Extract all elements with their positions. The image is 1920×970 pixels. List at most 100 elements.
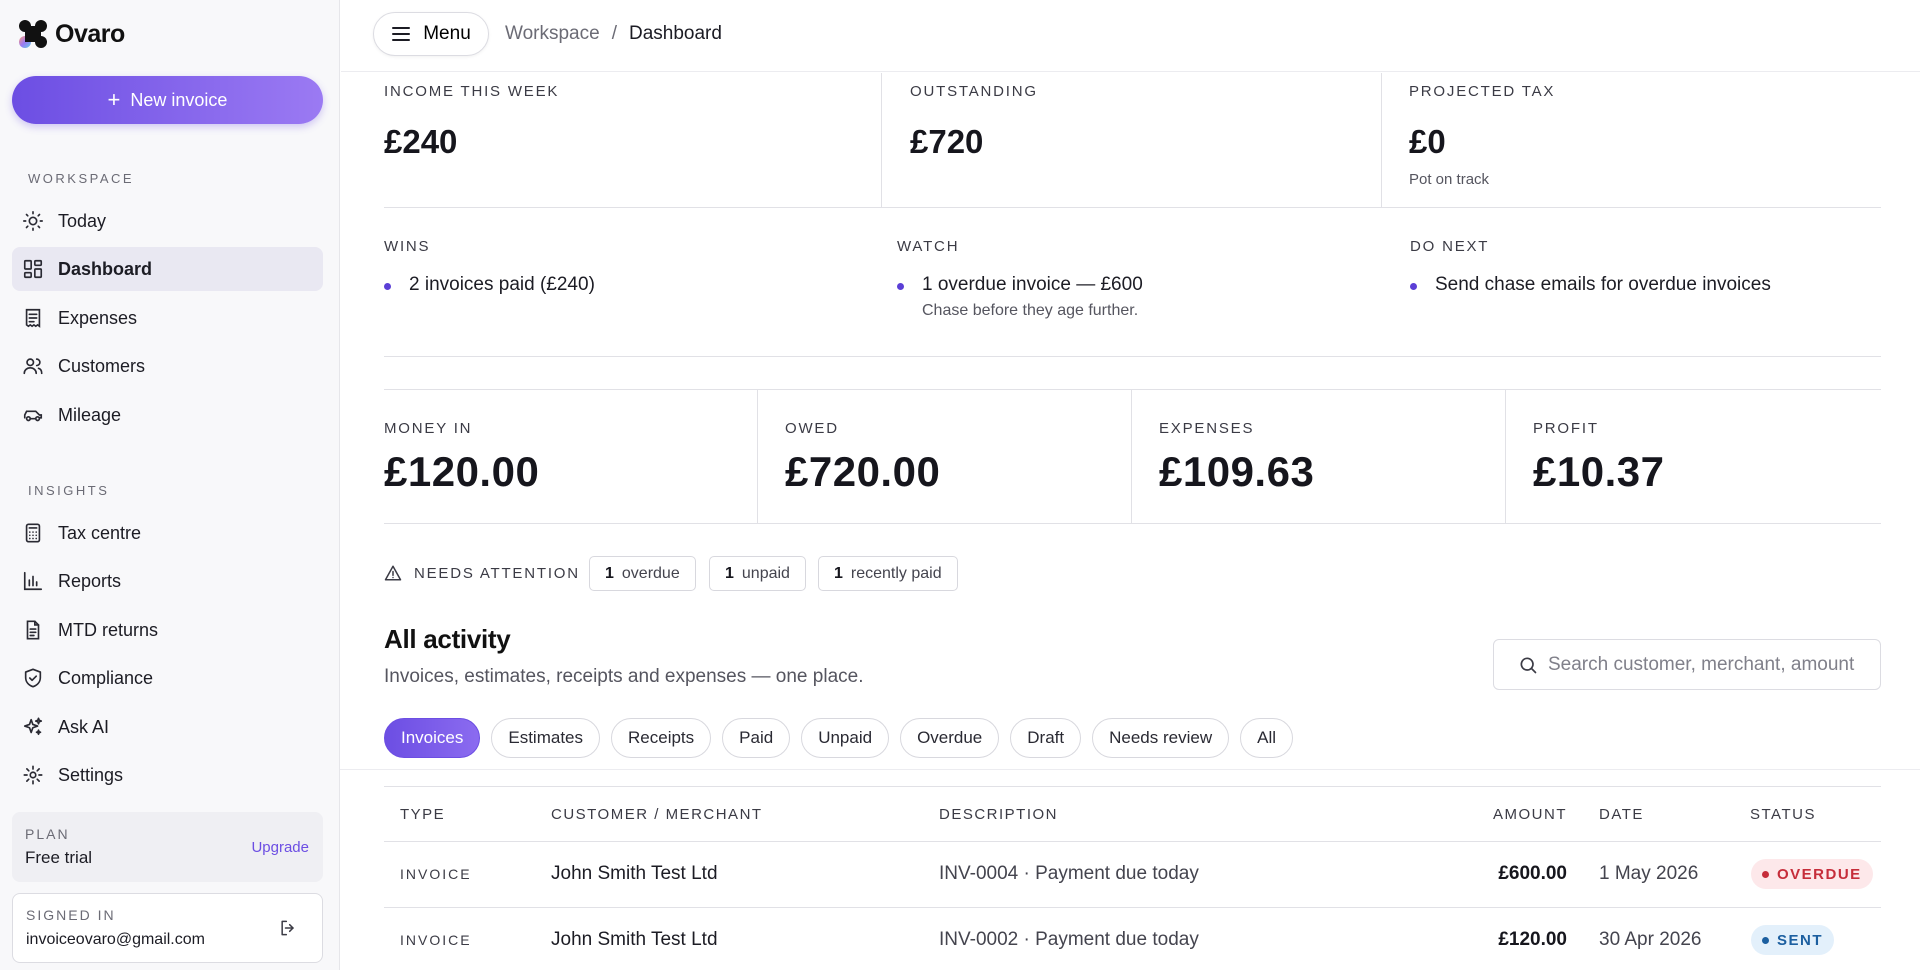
signed-in-label: SIGNED IN	[26, 907, 116, 923]
breadcrumb-separator: /	[611, 23, 617, 44]
activity-tabs: Invoices Estimates Receipts Paid Unpaid …	[384, 718, 1294, 758]
money-in-value: £120.00	[384, 448, 540, 495]
owed-value: £720.00	[785, 448, 941, 495]
sidebar-item-customers[interactable]: Customers	[12, 344, 323, 388]
tab-receipts[interactable]: Receipts	[611, 718, 712, 758]
divider	[757, 389, 758, 523]
attention-chip-overdue[interactable]: 1 overdue	[589, 556, 696, 591]
top-bar: Menu Workspace / Dashboard	[341, 0, 1920, 72]
sidebar-item-label: Mileage	[58, 404, 122, 425]
sidebar-item-mileage[interactable]: Mileage	[12, 393, 323, 437]
signed-in-card: SIGNED IN invoiceovaro@gmail.com	[12, 893, 323, 963]
needs-attention-label: NEEDS ATTENTION	[414, 565, 580, 582]
receipt-icon	[25, 308, 41, 328]
attention-chip-recently-paid[interactable]: 1 recently paid	[818, 556, 958, 591]
bullet-dot	[897, 283, 904, 290]
chip-label: overdue	[621, 564, 680, 582]
plan-value: Free trial	[25, 848, 93, 867]
sidebar-item-mtd-returns[interactable]: MTD returns	[12, 608, 323, 652]
divider	[340, 769, 1920, 770]
divider	[881, 73, 882, 207]
tab-paid[interactable]: Paid	[722, 718, 791, 758]
col-amount: AMOUNT	[1493, 806, 1567, 823]
projected-tax-label: PROJECTED TAX	[1409, 83, 1556, 100]
attention-chip-unpaid[interactable]: 1 unpaid	[709, 556, 806, 591]
row-amount: £600.00	[1498, 863, 1567, 884]
money-in-label: MONEY IN	[384, 420, 473, 437]
upgrade-link[interactable]: Upgrade	[251, 839, 309, 856]
sidebar-item-label: Compliance	[58, 667, 154, 688]
sun-icon	[23, 211, 43, 231]
search-icon	[1520, 657, 1537, 674]
breadcrumb-parent[interactable]: Workspace	[505, 23, 600, 45]
grid-icon	[23, 259, 43, 279]
menu-button[interactable]: Menu	[373, 12, 489, 56]
search-input[interactable]	[1548, 640, 1868, 689]
sidebar-item-compliance[interactable]: Compliance	[12, 656, 323, 700]
plan-label: PLAN	[25, 826, 70, 842]
sidebar-item-label: Dashboard	[58, 258, 153, 279]
new-invoice-button[interactable]: + New invoice	[12, 76, 323, 124]
sidebar-item-label: Reports	[58, 570, 122, 591]
divider	[1381, 73, 1382, 207]
status-text: OVERDUE	[1777, 865, 1862, 883]
divider	[384, 207, 1881, 208]
plus-icon: +	[107, 87, 121, 112]
sidebar-item-expenses[interactable]: Expenses	[12, 296, 323, 340]
brand[interactable]: Ovaro	[17, 18, 125, 50]
row-type: INVOICE	[400, 932, 472, 948]
ovaro-logo-icon	[19, 20, 47, 48]
tab-needs-review[interactable]: Needs review	[1092, 718, 1230, 758]
owed-label: OWED	[785, 420, 839, 437]
sidebar-item-dashboard[interactable]: Dashboard	[12, 247, 323, 291]
status-text: SENT	[1777, 931, 1824, 949]
tab-overdue[interactable]: Overdue	[900, 718, 1000, 758]
activity-search[interactable]	[1493, 639, 1881, 690]
watch-text: 1 overdue invoice — £600	[922, 274, 1143, 295]
sidebar-item-today[interactable]: Today	[12, 199, 323, 243]
sidebar-item-reports[interactable]: Reports	[12, 559, 323, 603]
chip-label: unpaid	[741, 564, 790, 582]
sidebar: Ovaro + New invoice WORKSPACE Today Dash…	[0, 0, 340, 970]
sidebar-item-tax-centre[interactable]: Tax centre	[12, 511, 323, 555]
tab-estimates[interactable]: Estimates	[491, 718, 601, 758]
col-customer: CUSTOMER / MERCHANT	[551, 806, 763, 823]
sidebar-item-label: Tax centre	[58, 522, 142, 543]
divider	[384, 786, 1881, 787]
income-week-value: £240	[384, 123, 458, 160]
tab-draft[interactable]: Draft	[1010, 718, 1082, 758]
sidebar-item-label: Expenses	[58, 307, 138, 328]
warning-icon	[384, 565, 402, 581]
tab-unpaid[interactable]: Unpaid	[801, 718, 890, 758]
divider	[384, 523, 1881, 524]
projected-tax-value: £0	[1409, 123, 1446, 160]
signed-in-email: invoiceovaro@gmail.com	[26, 931, 205, 948]
sidebar-item-settings[interactable]: Settings	[12, 753, 323, 797]
users-icon	[23, 358, 43, 375]
chip-count: 1	[834, 564, 843, 582]
bullet-dot	[1410, 283, 1417, 290]
table-row[interactable]: INVOICE John Smith Test Ltd INV-0004 · P…	[384, 842, 1881, 907]
sidebar-item-label: Customers	[58, 355, 146, 376]
tab-all[interactable]: All	[1240, 718, 1294, 758]
status-dot	[1762, 870, 1769, 878]
logout-icon[interactable]	[278, 918, 298, 938]
col-description: DESCRIPTION	[939, 806, 1059, 823]
row-date: 30 Apr 2026	[1599, 929, 1702, 950]
sidebar-item-ask-ai[interactable]: Ask AI	[12, 705, 323, 749]
row-description: INV-0002 · Payment due today	[939, 929, 1199, 950]
bar-chart-icon	[23, 571, 43, 591]
row-description: INV-0004 · Payment due today	[939, 863, 1199, 884]
do-next-item: Send chase emails for overdue invoices	[1410, 274, 1771, 296]
col-type: TYPE	[400, 806, 446, 823]
row-customer: John Smith Test Ltd	[551, 929, 718, 950]
gear-icon	[23, 765, 43, 785]
document-icon	[26, 620, 40, 640]
sparkle-icon	[23, 717, 43, 736]
new-invoice-label: New invoice	[130, 89, 228, 110]
tab-invoices[interactable]: Invoices	[384, 718, 481, 758]
status-badge: OVERDUE	[1751, 859, 1873, 889]
sidebar-item-label: MTD returns	[58, 619, 159, 640]
table-row[interactable]: INVOICE John Smith Test Ltd INV-0002 · P…	[384, 908, 1881, 970]
car-icon	[23, 410, 43, 422]
